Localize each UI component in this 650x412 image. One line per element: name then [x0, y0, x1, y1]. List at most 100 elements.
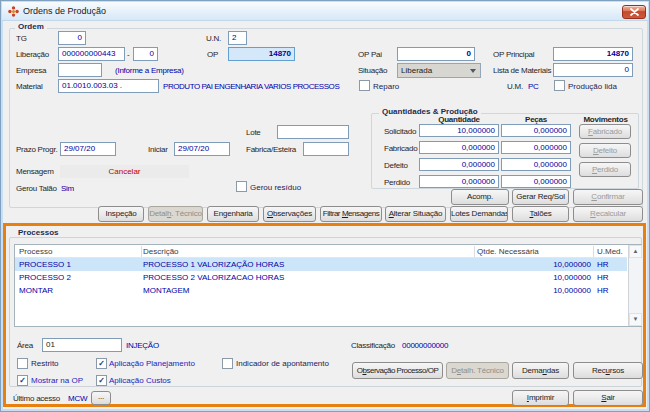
- ultimo-acesso-label: Último acesso: [13, 394, 60, 403]
- perdido-quantidade-input[interactable]: 0,000000: [419, 175, 499, 188]
- producao-lida-checkbox[interactable]: [554, 80, 565, 91]
- liberacao-seq-input[interactable]: 0: [133, 47, 158, 61]
- iniciar-label: Iniciar: [148, 145, 168, 154]
- lote-input[interactable]: [277, 125, 349, 139]
- reparo-checkbox[interactable]: [359, 80, 370, 91]
- situacao-label: Situação: [358, 66, 387, 75]
- gerar-req-sol-button[interactable]: Gerar Req/Sol: [512, 189, 569, 205]
- cell-qtde: 10,000000: [477, 284, 591, 297]
- recalcular-button[interactable]: Recalcular: [573, 206, 643, 222]
- perdido-button[interactable]: Perdido: [579, 162, 631, 177]
- acomp-button[interactable]: Acomp.: [451, 189, 509, 205]
- empresa-hint: (Informe a Empresa): [115, 66, 184, 75]
- filtrar-mensagens-button[interactable]: Filtrar Mensagens: [320, 206, 382, 222]
- table-row[interactable]: PROCESSO 1 PROCESSO 1 VALORIZAÇÃO HORAS …: [15, 258, 627, 271]
- prazo-label: Prazo Progr.: [16, 145, 57, 154]
- cell-descricao: MONTAGEM: [143, 284, 190, 297]
- scroll-up-icon[interactable]: ▲: [629, 245, 642, 258]
- production-orders-window: Ordens de Produção Ordem TG 0 U.N. 2 Lib…: [0, 0, 650, 412]
- aplicacao-custos-label: Aplicação Custos: [109, 376, 171, 385]
- area-description: INJEÇÃO: [126, 341, 159, 350]
- prazo-input[interactable]: 29/07/20: [60, 142, 116, 156]
- defeito-label: Defeito: [384, 161, 408, 170]
- table-row[interactable]: MONTAR MONTAGEM 10,000000 HR: [15, 284, 627, 297]
- empresa-label: Empresa: [16, 66, 46, 75]
- cell-qtde: 10,000000: [477, 258, 591, 271]
- solicitado-label: Solicitado: [384, 127, 416, 136]
- detalh-tecnico-button[interactable]: Detalh. Técnico: [148, 206, 203, 222]
- perdido-pecas-input[interactable]: 0,000000: [501, 175, 571, 188]
- detalh-tecnico-processo-button[interactable]: Detalh. Técnico: [446, 362, 509, 379]
- material-input[interactable]: 01.0010.003.03 .: [58, 79, 159, 93]
- op-pai-label: OP Pai: [358, 50, 382, 59]
- tg-input[interactable]: 0: [58, 31, 86, 45]
- lista-materiais-input[interactable]: 0: [553, 63, 633, 77]
- mensagem-label: Mensagem: [16, 167, 54, 176]
- taloes-button[interactable]: Talões: [512, 206, 569, 222]
- defeito-button[interactable]: Defeito: [579, 143, 631, 158]
- cell-processo: MONTAR: [19, 284, 53, 297]
- table-row[interactable]: PROCESSO 2 PROCESSO 2 VALORIZACAO HORAS …: [15, 271, 627, 284]
- table-header-row: Processo Descrição Qtde. Necessária U.Me…: [15, 245, 627, 258]
- aplicacao-planejamento-checkbox[interactable]: ✓: [96, 358, 107, 369]
- observacao-processo-op-button[interactable]: Observação Processo/OP: [352, 362, 443, 379]
- engenharia-button[interactable]: Engenharia: [207, 206, 259, 222]
- fabricado-pecas-input[interactable]: 0,000000: [501, 141, 571, 154]
- um-label: U.M.: [507, 82, 523, 91]
- reparo-label: Reparo: [373, 82, 399, 91]
- op-principal-input[interactable]: 14870: [553, 47, 633, 61]
- solicitado-quantidade-input[interactable]: 10,000000: [419, 124, 499, 137]
- ultimo-acesso-value: MCW: [68, 394, 87, 403]
- confirmar-button[interactable]: Confirmar: [573, 189, 643, 205]
- close-button[interactable]: [622, 5, 646, 19]
- liberacao-input[interactable]: 000000000443: [58, 47, 125, 61]
- op-principal-label: OP Principal: [493, 50, 534, 59]
- op-pai-input[interactable]: 0: [397, 47, 475, 61]
- defeito-pecas-input[interactable]: 0,000000: [501, 158, 571, 171]
- imprimir-button[interactable]: Imprimir: [512, 390, 569, 406]
- observacoes-button[interactable]: Observações: [263, 206, 316, 222]
- header-descricao: Descrição: [143, 245, 179, 258]
- header-qtde: Qtde. Necessária: [477, 245, 539, 258]
- iniciar-input[interactable]: 29/07/20: [174, 142, 230, 156]
- fabrica-esteira-label: Fabrica/Esteira: [246, 145, 296, 154]
- sair-button[interactable]: Sair: [573, 390, 643, 406]
- un-input[interactable]: 2: [228, 31, 247, 45]
- lista-materiais-label: Lista de Materiais: [493, 66, 551, 75]
- tg-label: TG: [16, 34, 27, 43]
- mostrar-na-op-checkbox[interactable]: ✓: [17, 375, 28, 386]
- processos-table: Processo Descrição Qtde. Necessária U.Me…: [14, 244, 642, 327]
- fabrica-esteira-input[interactable]: [303, 142, 349, 156]
- movimentos-column-header: Movimentos: [577, 115, 634, 124]
- cell-processo: PROCESSO 1: [19, 258, 71, 271]
- op-input[interactable]: 14870: [228, 47, 295, 61]
- indicador-apontamento-checkbox[interactable]: [222, 358, 233, 369]
- restrito-checkbox[interactable]: [17, 358, 28, 369]
- defeito-quantidade-input[interactable]: 0,000000: [419, 158, 499, 171]
- situacao-select[interactable]: Liberada: [397, 63, 481, 78]
- demandas-button[interactable]: Demandas: [512, 362, 569, 379]
- ordem-group-label: Ordem: [15, 22, 47, 31]
- mostrar-na-op-label: Mostrar na OP: [31, 376, 83, 385]
- solicitado-pecas-input[interactable]: 0,000000: [501, 124, 571, 137]
- table-scrollbar[interactable]: ▲ ▼: [628, 245, 642, 326]
- aplicacao-custos-checkbox[interactable]: ✓: [96, 375, 107, 386]
- titlebar: Ordens de Produção: [2, 2, 648, 21]
- header-processo: Processo: [19, 245, 52, 258]
- liberacao-separator: -: [127, 50, 129, 59]
- recursos-button[interactable]: Recursos: [573, 362, 643, 379]
- processos-group-label: Processos: [15, 228, 61, 237]
- more-button[interactable]: ...: [91, 391, 111, 405]
- area-input[interactable]: 01: [42, 338, 122, 352]
- op-label: OP: [207, 50, 218, 59]
- alterar-situacao-button[interactable]: Alterar Situação: [385, 206, 446, 222]
- lotes-demandas-button[interactable]: Lotes Demandas: [450, 206, 508, 222]
- gerou-residuo-checkbox[interactable]: [236, 181, 247, 192]
- fabricado-quantidade-input[interactable]: 0,000000: [419, 141, 499, 154]
- material-description: PRODUTO PAI ENGENHARIA VARIOS PROCESSOS: [163, 82, 339, 91]
- scroll-down-icon[interactable]: ▼: [629, 313, 642, 326]
- inspecao-button[interactable]: Inspeção: [98, 206, 144, 222]
- cell-umed: HR: [597, 258, 609, 271]
- fabricado-button[interactable]: Fabricado: [579, 124, 631, 139]
- empresa-input[interactable]: [58, 63, 102, 77]
